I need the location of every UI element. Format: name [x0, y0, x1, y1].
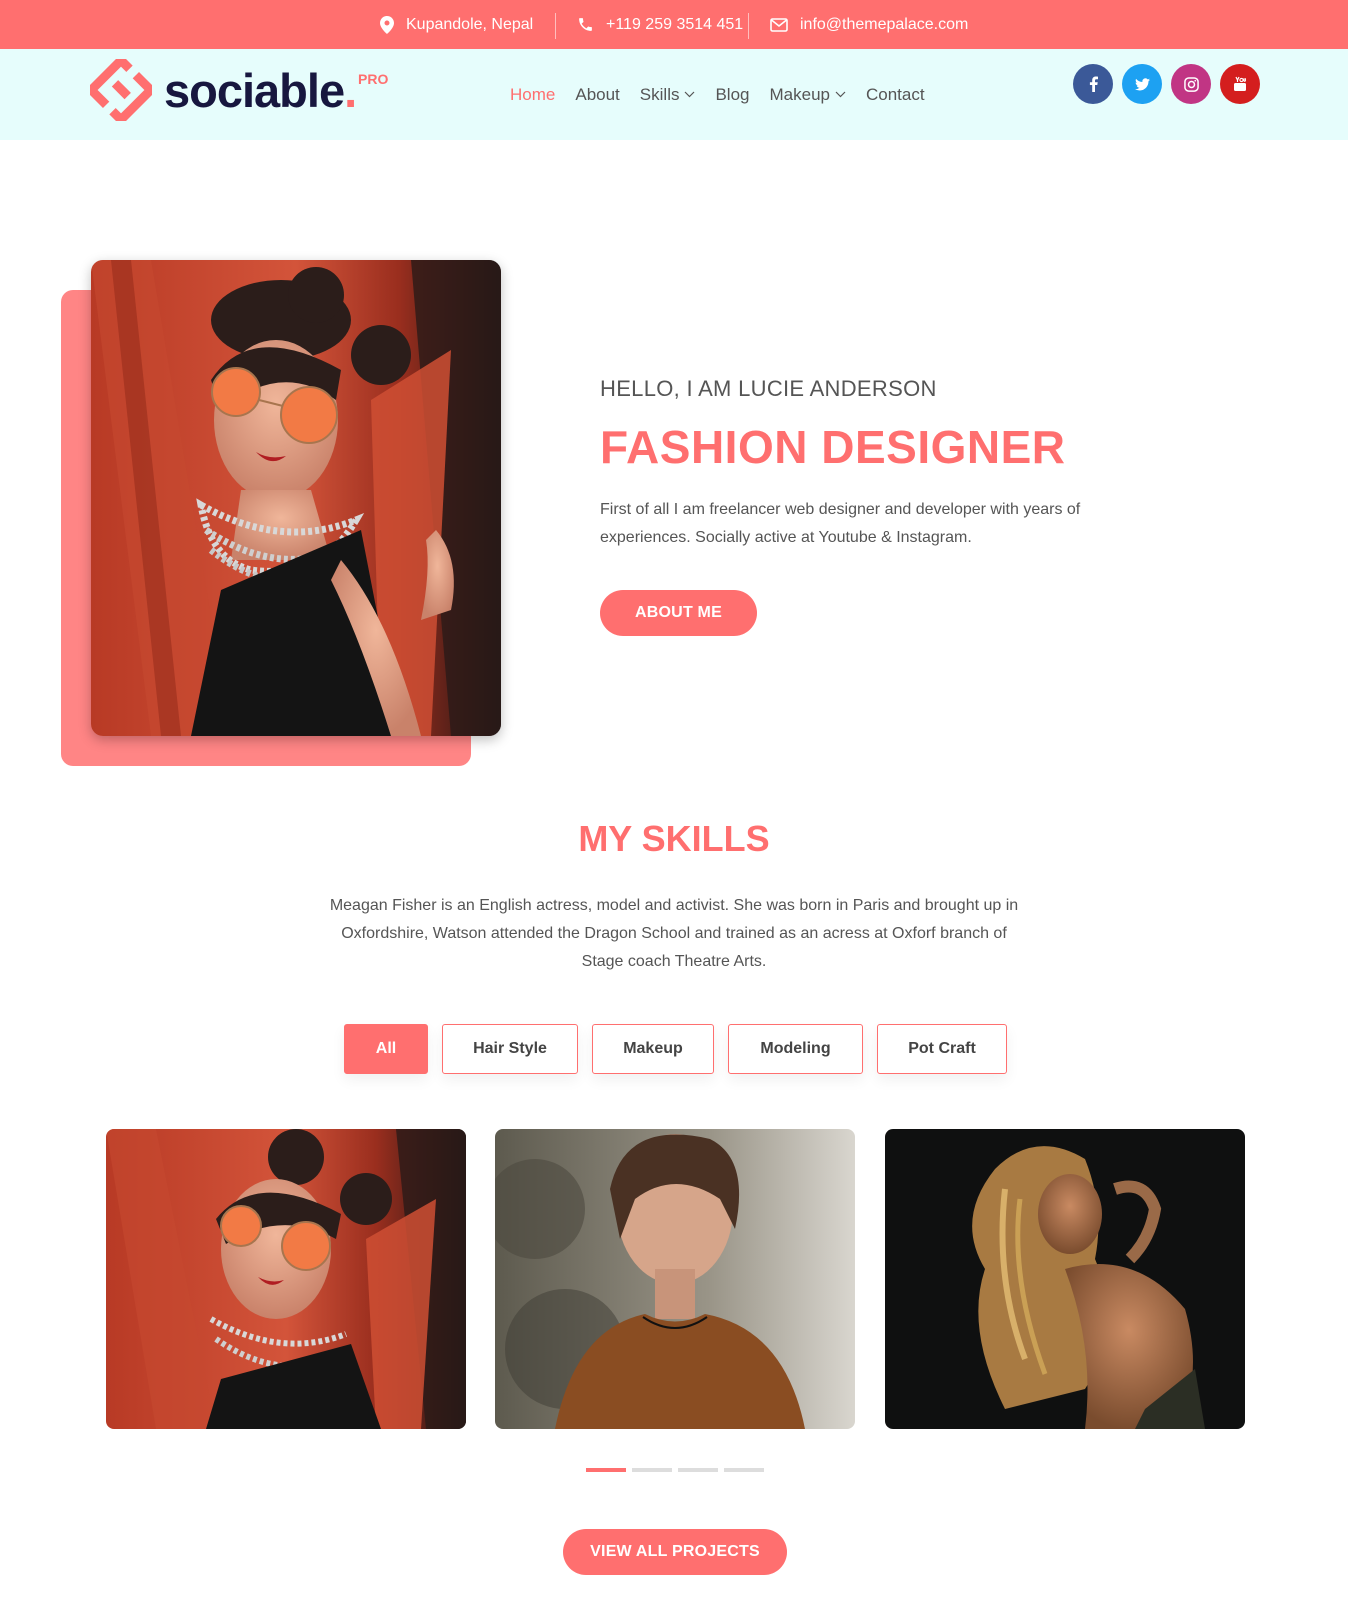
carousel-dot[interactable]: [724, 1468, 764, 1472]
nav-item-skills[interactable]: Skills: [640, 85, 696, 105]
project-card[interactable]: [106, 1129, 466, 1429]
nav-item-contact[interactable]: Contact: [866, 85, 925, 105]
skills-description: Meagan Fisher is an English actress, mod…: [329, 897, 1019, 970]
facebook-icon: [1089, 76, 1098, 92]
location-info: Kupandole, Nepal: [380, 0, 533, 49]
view-all-projects-button[interactable]: VIEW ALL PROJECTS: [563, 1529, 787, 1575]
hero-description: First of all I am freelancer web designe…: [600, 501, 1081, 546]
portrait-wavy-hair-image: [885, 1129, 1245, 1429]
skills-section-title: MY SKILLS: [578, 818, 770, 859]
email-info[interactable]: info@themepalace.com: [770, 0, 968, 49]
instagram-icon: [1183, 76, 1199, 92]
nav-label: Blog: [715, 84, 750, 104]
brand-name: sociable.: [164, 63, 357, 117]
chevron-down-icon: [835, 91, 846, 98]
filter-hair-style-button[interactable]: Hair Style: [442, 1024, 578, 1074]
filter-makeup-button[interactable]: Makeup: [592, 1024, 714, 1074]
project-card[interactable]: [495, 1129, 855, 1429]
nav-label: Home: [510, 84, 556, 104]
main-nav: Home About Skills Blog Makeup Contact: [510, 49, 945, 140]
skill-filter-tabs: All Hair Style Makeup Modeling Pot Craft: [344, 1024, 1021, 1074]
facebook-link[interactable]: [1073, 64, 1113, 104]
hero-subtitle: HELLO, I AM LUCIE ANDERSON: [600, 376, 937, 401]
filter-all-button[interactable]: All: [344, 1024, 428, 1074]
youtube-link[interactable]: [1220, 64, 1260, 104]
filter-modeling-button[interactable]: Modeling: [728, 1024, 863, 1074]
portrait-red-glasses-image: [91, 260, 501, 736]
phone-info[interactable]: +119 259 3514 451: [577, 0, 743, 49]
topbar-divider: [555, 13, 556, 39]
about-me-button[interactable]: ABOUT ME: [600, 590, 757, 636]
nav-item-home[interactable]: Home: [510, 85, 555, 105]
nav-item-makeup[interactable]: Makeup: [770, 85, 846, 105]
brand-word: sociable: [164, 63, 345, 117]
email-text: info@themepalace.com: [800, 15, 969, 33]
carousel-dot[interactable]: [586, 1468, 626, 1472]
brand-dot: .: [344, 63, 357, 117]
location-pin-icon: [380, 15, 394, 34]
hero-title: FASHION DESIGNER: [600, 421, 1066, 473]
filter-pot-craft-button[interactable]: Pot Craft: [877, 1024, 1007, 1074]
topbar-divider: [748, 13, 749, 39]
carousel-dot[interactable]: [632, 1468, 672, 1472]
twitter-link[interactable]: [1122, 64, 1162, 104]
nav-label: Makeup: [769, 84, 830, 104]
carousel-dot[interactable]: [678, 1468, 718, 1472]
nav-item-blog[interactable]: Blog: [715, 85, 749, 105]
nav-label: About: [575, 84, 620, 104]
top-contact-bar: Kupandole, Nepal +119 259 3514 451 info@…: [0, 0, 1348, 49]
portrait-brown-shirt-image: [495, 1129, 855, 1429]
nav-item-about[interactable]: About: [575, 85, 619, 105]
brand-badge: PRO: [358, 71, 389, 87]
phone-icon: [579, 18, 592, 31]
carousel-pagination: [586, 1468, 770, 1472]
site-header: sociable. PRO Home About Skills Blog Mak…: [0, 49, 1348, 140]
nav-label: Skills: [639, 84, 680, 104]
site-logo[interactable]: sociable. PRO: [90, 55, 388, 125]
logo-mark-icon: [90, 59, 152, 121]
twitter-icon: [1134, 77, 1150, 90]
chevron-down-icon: [685, 91, 695, 98]
instagram-link[interactable]: [1171, 64, 1211, 104]
project-card[interactable]: [885, 1129, 1245, 1429]
hero-portrait-image: [91, 260, 501, 736]
portrait-red-glasses-image: [106, 1129, 466, 1429]
phone-text: +119 259 3514 451: [606, 15, 744, 33]
mail-icon: [770, 17, 788, 32]
youtube-icon: [1234, 76, 1246, 91]
nav-label: Contact: [865, 84, 925, 104]
social-links: [1073, 64, 1269, 104]
location-text: Kupandole, Nepal: [406, 15, 534, 33]
